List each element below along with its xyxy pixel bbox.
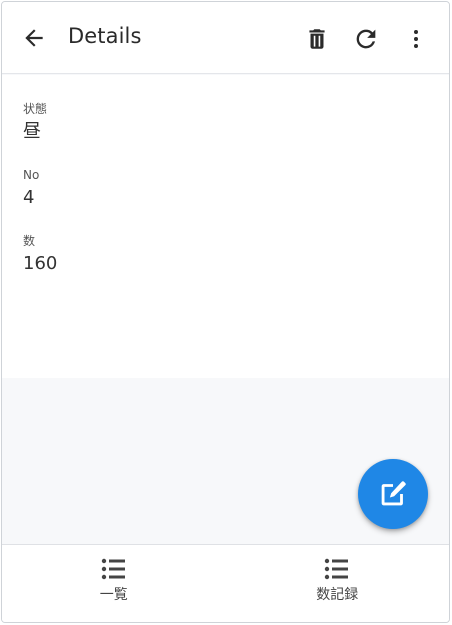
bottom-navigation: 一覧 数記録: [2, 544, 449, 622]
page-title: Details: [68, 24, 142, 48]
nav-label: 数記録: [316, 587, 359, 603]
trash-icon: [309, 29, 325, 49]
field-label: 数: [23, 234, 36, 248]
list-icon: [101, 558, 125, 580]
field-value: 160: [23, 253, 58, 274]
field-no: No 4: [23, 168, 39, 209]
list-icon: [325, 558, 349, 580]
delete-button[interactable]: [301, 22, 333, 56]
more-options-button[interactable]: [400, 22, 432, 56]
more-vertical-icon: [414, 30, 418, 48]
edit-icon: [381, 481, 406, 506]
field-label: No: [23, 168, 40, 182]
field-count: 数 160: [23, 234, 57, 275]
nav-item-count-record[interactable]: 数記録: [226, 545, 450, 622]
nav-label: 一覧: [99, 587, 128, 603]
field-label: 状態: [23, 102, 48, 116]
refresh-button[interactable]: [350, 22, 382, 56]
back-button[interactable]: [18, 22, 50, 54]
field-value: 4: [23, 187, 35, 208]
field-status: 状態 昼: [23, 102, 47, 143]
field-value: 昼: [23, 121, 41, 142]
app-bar: Details: [2, 2, 449, 74]
arrow-left-icon: [25, 29, 43, 47]
nav-item-list[interactable]: 一覧: [2, 545, 226, 622]
app-frame: Details 状態 昼 No 4 数 160 一覧 数記録: [1, 1, 450, 623]
edit-fab-button[interactable]: [358, 459, 428, 529]
refresh-icon: [356, 29, 376, 49]
details-content: 状態 昼 No 4 数 160: [2, 75, 449, 378]
